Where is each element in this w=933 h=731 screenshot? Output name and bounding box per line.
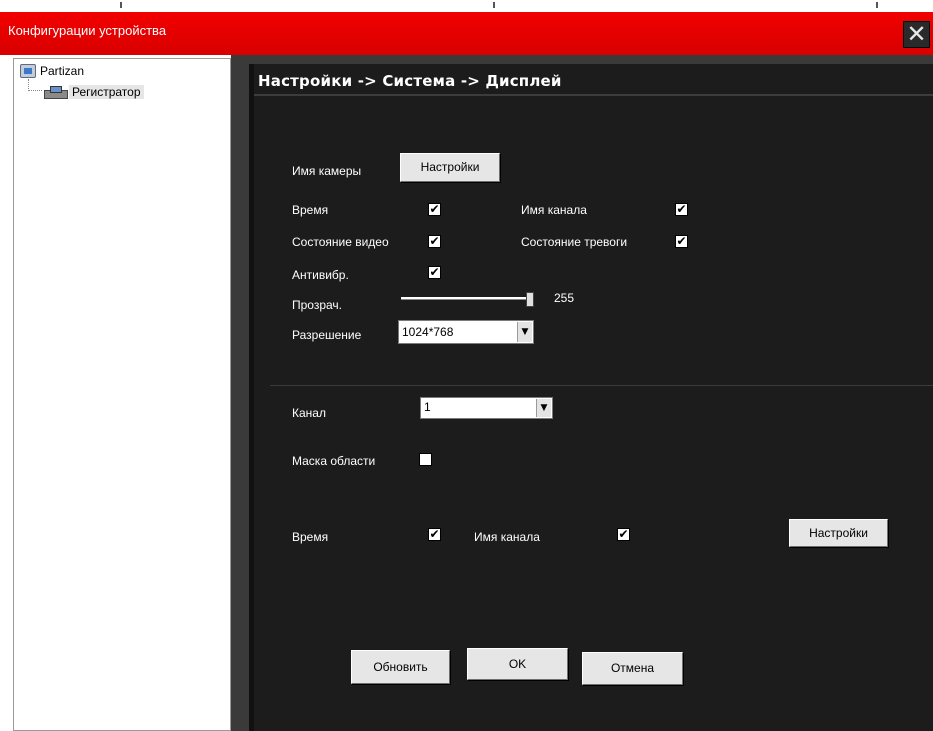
top-marker — [876, 2, 878, 8]
channel-channel-name-checkbox[interactable]: ✔ — [617, 528, 630, 541]
top-marker — [493, 2, 495, 8]
resolution-select[interactable]: 1024*768 ▼ — [398, 320, 534, 344]
transparency-label: Прозрач. — [292, 298, 343, 312]
channel-name-checkbox[interactable]: ✔ — [675, 203, 688, 216]
video-status-checkbox[interactable]: ✔ — [428, 235, 441, 248]
camera-name-label: Имя камеры — [292, 164, 362, 178]
ok-button[interactable]: OK — [467, 648, 568, 680]
area-mask-label: Маска области — [292, 454, 376, 468]
close-icon[interactable]: ✕ — [903, 21, 930, 48]
refresh-button[interactable]: Обновить — [351, 650, 450, 684]
channel-select[interactable]: 1 ▼ — [420, 397, 553, 419]
alarm-status-label: Состояние тревоги — [521, 235, 628, 249]
area-mask-checkbox[interactable] — [419, 453, 432, 466]
device-tree: Partizan Регистратор — [13, 58, 231, 731]
chevron-down-icon[interactable]: ▼ — [536, 399, 551, 417]
resolution-label: Разрешение — [292, 328, 362, 342]
breadcrumb: Настройки -> Система -> Дисплей — [258, 72, 562, 90]
video-status-label: Состояние видео — [292, 235, 389, 249]
divider — [254, 94, 933, 96]
antishake-checkbox[interactable]: ✔ — [428, 266, 441, 279]
chevron-down-icon[interactable]: ▼ — [517, 322, 532, 342]
transparency-value: 255 — [554, 291, 575, 305]
camera-settings-button[interactable]: Настройки — [400, 153, 500, 182]
tree-item-label: Partizan — [40, 64, 85, 78]
transparency-slider-handle[interactable] — [526, 292, 534, 307]
channel-channel-name-label: Имя канала — [474, 530, 540, 544]
transparency-slider-track[interactable] — [401, 297, 533, 300]
time-label: Время — [292, 203, 329, 217]
window-title: Конфигурации устройства — [8, 23, 167, 38]
window-top-strip — [0, 0, 933, 12]
panel-edge — [249, 64, 254, 731]
dvr-device-icon — [44, 86, 68, 99]
tree-item-recorder[interactable]: Регистратор — [44, 85, 144, 99]
tree-connector — [28, 79, 42, 91]
channel-value: 1 — [424, 400, 431, 414]
cancel-button[interactable]: Отмена — [582, 652, 683, 685]
tree-item-label: Регистратор — [69, 85, 144, 99]
channel-time-checkbox[interactable]: ✔ — [428, 528, 441, 541]
divider — [270, 385, 933, 386]
overlay-settings-button[interactable]: Настройки — [789, 519, 888, 547]
channel-label: Канал — [292, 406, 326, 420]
time-checkbox[interactable]: ✔ — [428, 203, 441, 216]
title-bar: Конфигурации устройства — [0, 12, 933, 55]
channel-name-label: Имя канала — [521, 203, 587, 217]
antishake-label: Антивибр. — [292, 268, 349, 282]
tree-item-partizan[interactable]: Partizan — [20, 64, 84, 78]
top-marker — [120, 2, 122, 8]
resolution-value: 1024*768 — [402, 325, 454, 339]
channel-time-label: Время — [292, 530, 329, 544]
alarm-status-checkbox[interactable]: ✔ — [675, 235, 688, 248]
network-icon — [20, 64, 36, 78]
